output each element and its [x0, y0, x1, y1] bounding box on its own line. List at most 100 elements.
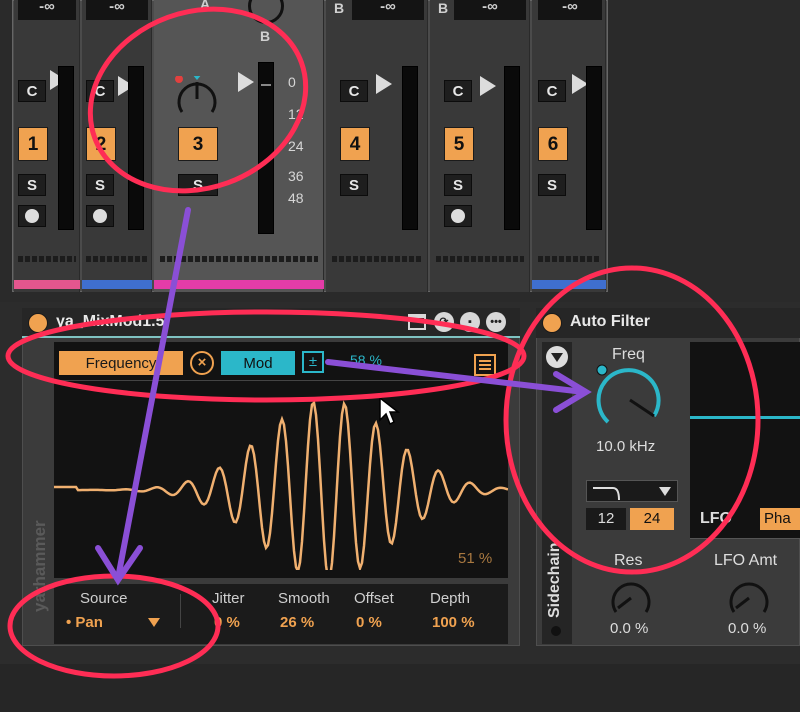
track-3-activator[interactable]: 3 — [178, 127, 218, 161]
track-3-crossfade-a[interactable]: A — [200, 0, 210, 12]
display-divider — [56, 380, 508, 381]
mixmod-title: ya_MixMod1.5 — [56, 313, 165, 330]
track-4-monitor-button[interactable]: C — [340, 80, 368, 102]
db-scale-0: 0 — [288, 74, 296, 90]
track-2-fader[interactable] — [128, 66, 144, 230]
track-3-crossfade-b[interactable]: B — [260, 28, 270, 44]
track-1-solo-button[interactable]: S — [18, 174, 46, 196]
res-value[interactable]: 0.0 % — [610, 620, 648, 637]
track-4-fader[interactable] — [402, 66, 418, 230]
save-icon[interactable]: ▪ — [460, 312, 480, 332]
freq-value[interactable]: 10.0 kHz — [596, 438, 655, 455]
status-bar — [0, 664, 800, 712]
track-4-volume-readout[interactable]: -∞ — [352, 0, 424, 20]
track-6-fader[interactable] — [586, 66, 602, 230]
mod-button[interactable]: Mod — [220, 350, 296, 376]
res-knob[interactable] — [608, 574, 654, 618]
auto-filter-title: Auto Filter — [570, 313, 650, 330]
filter-curve-line — [690, 416, 800, 419]
sidechain-toggle-icon[interactable] — [546, 346, 568, 368]
track-6-monitor-button[interactable]: C — [538, 80, 566, 102]
track-1-color-bar — [14, 280, 80, 289]
mod-percent[interactable]: 58 % — [350, 352, 382, 368]
lfo-amount-label: LFO Amt — [714, 552, 778, 569]
slope-24-button[interactable]: 24 — [630, 508, 674, 530]
clock-icon — [451, 209, 465, 223]
smooth-label: Smooth — [278, 590, 330, 607]
clear-target-icon[interactable]: × — [190, 351, 214, 375]
track-4-clip-slots — [332, 256, 422, 262]
track-1-volume-readout[interactable]: -∞ — [18, 0, 76, 20]
auto-filter-activator-button[interactable] — [542, 313, 562, 333]
track-2-color-bar — [82, 280, 152, 289]
track-1-clip-slots — [18, 256, 76, 262]
clock-icon — [93, 209, 107, 223]
track-6-clip-slots — [538, 256, 600, 262]
refresh-icon[interactable]: ⟳ — [434, 312, 454, 332]
jitter-value[interactable]: 0 % — [214, 614, 240, 631]
controls-divider — [180, 594, 181, 628]
track-3-fader[interactable] — [258, 62, 274, 234]
list-menu-icon[interactable] — [474, 354, 496, 376]
phase-button[interactable]: Pha — [760, 508, 800, 530]
depth-label: Depth — [430, 590, 471, 607]
track-5-crossfade[interactable]: B — [438, 0, 448, 16]
lfo-amount-value[interactable]: 0.0 % — [728, 620, 766, 637]
mixmod-activator-button[interactable] — [28, 313, 48, 333]
lowpass-filter-icon — [593, 487, 620, 501]
track-2-monitor-button[interactable]: C — [86, 80, 114, 102]
filter-type-dropdown[interactable] — [586, 480, 678, 502]
offset-value[interactable]: 0 % — [356, 614, 382, 631]
track-4-play-icon[interactable] — [376, 74, 392, 94]
track-5-play-icon[interactable] — [480, 76, 496, 96]
track-1-activator[interactable]: 1 — [18, 127, 48, 161]
track-3-pan-knob[interactable] — [174, 74, 220, 122]
track-4-activator[interactable]: 4 — [340, 127, 370, 161]
track-2-solo-button[interactable]: S — [86, 174, 114, 196]
track-6-activator[interactable]: 6 — [538, 127, 568, 161]
smooth-value[interactable]: 26 % — [280, 614, 314, 631]
calendar-icon[interactable] — [408, 314, 426, 330]
freq-knob[interactable] — [592, 364, 668, 434]
target-param-button[interactable]: Frequency — [58, 350, 184, 376]
fader-level-tick — [261, 84, 271, 86]
track-5-solo-button[interactable]: S — [444, 174, 472, 196]
chevron-down-icon — [659, 487, 671, 496]
track-5-monitor-button[interactable]: C — [444, 80, 472, 102]
track-3-solo-button[interactable]: S — [178, 174, 218, 196]
source-dropdown[interactable]: • Pan — [66, 614, 103, 631]
plus-minus-icon[interactable]: ± — [302, 351, 324, 373]
depth-value[interactable]: 100 % — [432, 614, 475, 631]
lfo-amount-knob[interactable] — [726, 574, 772, 618]
track-5-volume-readout[interactable]: -∞ — [454, 0, 526, 20]
jitter-label: Jitter — [212, 590, 245, 607]
track-1-arm-button[interactable] — [18, 205, 46, 227]
track-2-clip-slots — [86, 256, 148, 262]
db-scale-48: 48 — [288, 190, 304, 206]
more-icon[interactable]: ••• — [486, 312, 506, 332]
slope-12-button[interactable]: 12 — [586, 508, 626, 530]
db-scale-12: 12 — [288, 106, 304, 122]
lfo-divider — [690, 538, 800, 539]
track-2-volume-readout[interactable]: -∞ — [86, 0, 148, 20]
track-3-play-icon[interactable] — [238, 72, 254, 92]
track-1-monitor-button[interactable]: C — [18, 80, 46, 102]
track-5-arm-button[interactable] — [444, 205, 472, 227]
track-5-clip-slots — [436, 256, 524, 262]
res-knob-icon — [611, 582, 651, 613]
source-dropdown-chevron-icon[interactable] — [148, 618, 160, 627]
track-1-fader[interactable] — [58, 66, 74, 230]
offset-label: Offset — [354, 590, 394, 607]
track-5-fader[interactable] — [504, 66, 520, 230]
modulation-waveform — [54, 400, 508, 570]
freq-knob-icon — [596, 364, 661, 424]
track-5-activator[interactable]: 5 — [444, 127, 474, 161]
track-6-color-bar — [532, 280, 606, 289]
track-2-activator[interactable]: 2 — [86, 127, 116, 161]
track-6-solo-button[interactable]: S — [538, 174, 566, 196]
track-4-solo-button[interactable]: S — [340, 174, 368, 196]
track-6-volume-readout[interactable]: -∞ — [538, 0, 602, 20]
pan-knob-icon — [175, 74, 217, 113]
track-2-arm-button[interactable] — [86, 205, 114, 227]
track-4-crossfade[interactable]: B — [334, 0, 344, 16]
